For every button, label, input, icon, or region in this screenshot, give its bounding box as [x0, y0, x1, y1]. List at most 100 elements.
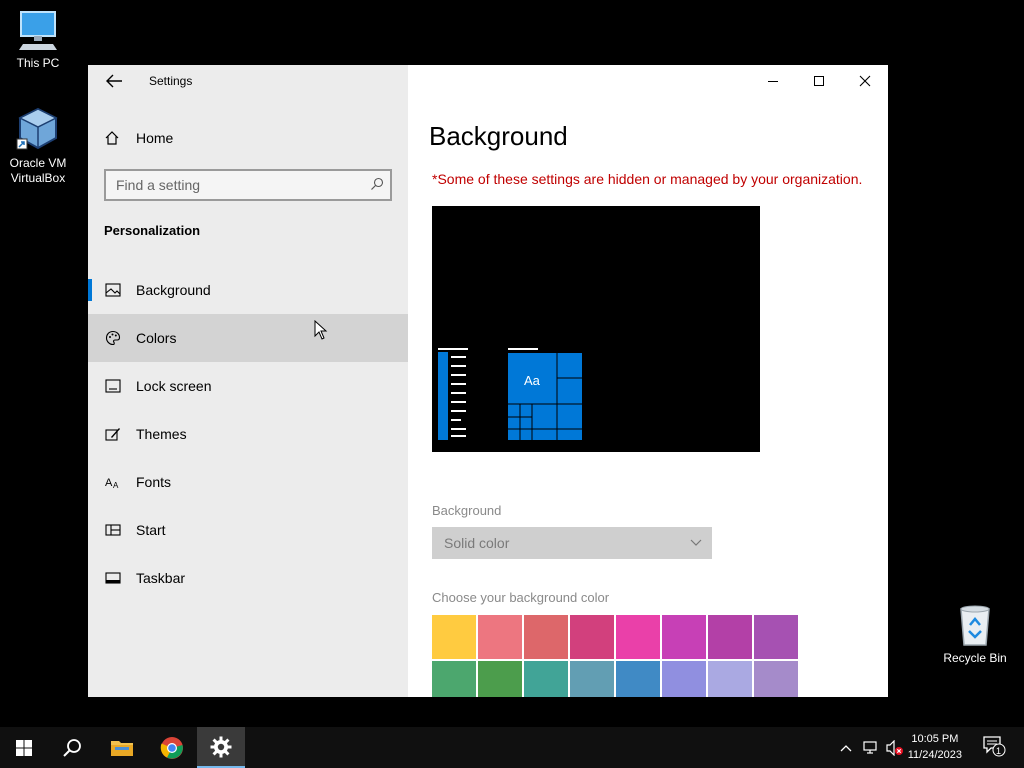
home-label: Home: [136, 130, 174, 146]
color-swatch[interactable]: [662, 661, 706, 697]
color-swatch[interactable]: [524, 661, 568, 697]
taskbar-icon: [104, 569, 122, 587]
chrome-button[interactable]: [148, 727, 196, 768]
svg-text:A: A: [105, 477, 113, 489]
color-swatch[interactable]: [478, 615, 522, 659]
color-swatch[interactable]: [616, 615, 660, 659]
clock-date: 11/24/2023: [907, 749, 962, 761]
desktop-icon-label: Recycle Bin: [943, 651, 1007, 665]
desktop-icon-label: Oracle VM VirtualBox: [9, 156, 67, 185]
color-swatch[interactable]: [478, 661, 522, 697]
color-swatch[interactable]: [570, 661, 614, 697]
settings-window: Settings Home Personalization Background: [88, 65, 888, 697]
page-title: Background: [429, 121, 568, 151]
taskbar: 10:05 PM 11/24/2023 1: [0, 727, 1024, 768]
sidebar-item-label: Start: [136, 522, 166, 538]
folder-icon: [111, 740, 133, 756]
virtualbox-icon: [16, 107, 58, 150]
preview-tile-text: Aa: [524, 373, 540, 388]
start-icon: [104, 521, 122, 539]
action-center-button[interactable]: 1: [983, 736, 1007, 757]
start-menu-preview: [438, 348, 582, 440]
desktop-icon-this-pc[interactable]: This PC: [0, 10, 76, 71]
sidebar-item-colors[interactable]: Colors: [88, 314, 408, 362]
chevron-up-icon: [840, 745, 852, 752]
sidebar-item-lock-screen[interactable]: Lock screen: [88, 362, 408, 410]
minimize-button[interactable]: [750, 65, 796, 97]
desktop-icon-label: This PC: [16, 56, 60, 70]
section-title: Personalization: [104, 223, 201, 238]
chrome-icon: [160, 736, 183, 759]
color-swatch[interactable]: [754, 661, 798, 697]
home-icon: [105, 131, 119, 145]
color-swatch[interactable]: [524, 615, 568, 659]
sidebar-item-taskbar[interactable]: Taskbar: [88, 554, 408, 602]
palette-icon: [104, 329, 122, 347]
policy-warning: *Some of these settings are hidden or ma…: [432, 171, 863, 187]
color-swatch[interactable]: [432, 615, 476, 659]
home-link[interactable]: Home: [104, 127, 173, 149]
file-explorer-button[interactable]: [98, 727, 146, 768]
desktop-icon-virtualbox[interactable]: Oracle VM VirtualBox: [0, 106, 76, 186]
color-swatch[interactable]: [432, 661, 476, 697]
search-icon: [63, 738, 81, 757]
start-button[interactable]: [0, 727, 48, 768]
lock-screen-icon: [104, 377, 122, 395]
fonts-icon: AA: [104, 473, 122, 491]
sidebar-item-fonts[interactable]: AA Fonts: [88, 458, 408, 506]
sidebar-item-label: Fonts: [136, 474, 172, 490]
search-input[interactable]: [106, 171, 356, 199]
close-button[interactable]: [842, 65, 888, 97]
chevron-down-icon: [690, 539, 702, 546]
volume-button[interactable]: [886, 739, 904, 757]
sidebar-item-label: Taskbar: [136, 570, 186, 586]
color-swatch[interactable]: [754, 615, 798, 659]
sidebar-item-label: Background: [136, 282, 211, 298]
background-dropdown-value: Solid color: [444, 535, 510, 551]
brush-icon: [104, 425, 122, 443]
sidebar-item-label: Lock screen: [136, 378, 212, 394]
notification-count: 1: [996, 746, 1002, 756]
mouse-cursor-icon: [314, 320, 328, 340]
background-dropdown[interactable]: Solid color: [432, 527, 712, 559]
sidebar-item-background[interactable]: Background: [88, 266, 408, 314]
search-box[interactable]: [104, 169, 392, 201]
show-hidden-icons-button[interactable]: [840, 739, 852, 757]
notification-icon: [983, 736, 1006, 757]
network-icon: [863, 741, 877, 754]
desktop-icon-recycle-bin[interactable]: Recycle Bin: [937, 603, 1013, 666]
color-swatch[interactable]: [708, 661, 752, 697]
search-icon: [371, 177, 384, 190]
color-swatch[interactable]: [662, 615, 706, 659]
main-content: Background *Some of these settings are h…: [408, 65, 888, 697]
recycle-bin-icon: [960, 605, 990, 646]
settings-taskbar-button[interactable]: [197, 727, 245, 768]
sidebar-item-label: Themes: [136, 426, 187, 442]
close-icon: [859, 75, 871, 87]
color-swatch[interactable]: [708, 615, 752, 659]
clock[interactable]: 10:05 PM 11/24/2023: [908, 731, 962, 763]
minimize-icon: [768, 81, 778, 82]
gear-icon: [210, 736, 232, 757]
color-swatch[interactable]: [616, 661, 660, 697]
computer-icon: [19, 11, 57, 50]
sidebar-item-label: Colors: [136, 330, 177, 346]
clock-time: 10:05 PM: [911, 733, 959, 745]
color-label: Choose your background color: [432, 590, 610, 605]
svg-text:A: A: [113, 481, 119, 489]
back-button[interactable]: [104, 72, 124, 90]
taskbar-search-button[interactable]: [48, 727, 96, 768]
active-indicator: [88, 279, 92, 301]
color-swatch[interactable]: [570, 615, 614, 659]
volume-muted-icon: [886, 740, 903, 756]
sidebar-item-themes[interactable]: Themes: [88, 410, 408, 458]
network-button[interactable]: [863, 739, 879, 757]
window-title: Settings: [149, 74, 193, 88]
background-label: Background: [432, 503, 502, 518]
background-preview: Aa: [432, 206, 760, 452]
maximize-icon: [814, 76, 824, 86]
maximize-button[interactable]: [796, 65, 842, 97]
color-swatch-grid: [432, 615, 800, 697]
sidebar-item-start[interactable]: Start: [88, 506, 408, 554]
picture-icon: [104, 281, 122, 299]
